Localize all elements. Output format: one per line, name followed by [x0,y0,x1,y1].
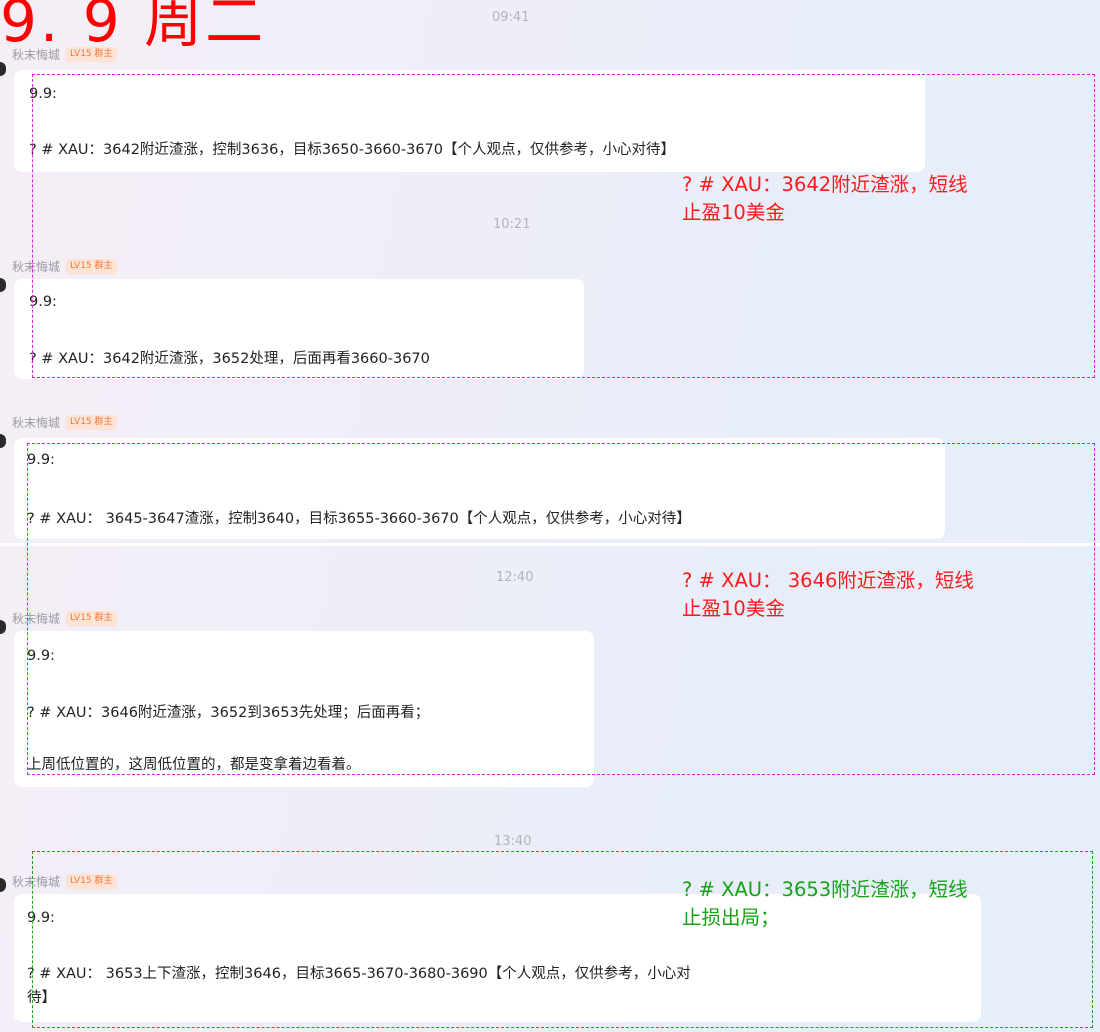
sender-name: 秋末悔城 [12,48,61,62]
annotation-line: 止损出局； [682,906,780,929]
timestamp: 13:40 [494,834,532,849]
avatar[interactable] [0,878,6,892]
annotation-note: ? # XAU：3642附近渣涨，短线 止盈10美金 [682,171,968,227]
message-sender[interactable]: 秋末悔城 LV15 群主 [12,414,117,431]
annotation-line: ? # XAU： 3646附近渣涨，短线 [682,569,974,592]
avatar[interactable] [0,620,6,634]
timestamp: 09:41 [492,10,530,25]
avatar[interactable] [0,62,6,76]
avatar[interactable] [0,278,6,292]
avatar[interactable] [0,434,6,448]
member-badge: LV15 群主 [66,47,117,62]
annotation-note: ? # XAU：3653附近渣涨，短线 止损出局； [682,876,968,932]
member-badge: LV15 群主 [66,415,117,430]
annotation-line: 止盈10美金 [682,597,785,620]
annotation-line: ? # XAU：3653附近渣涨，短线 [682,878,968,901]
annotation-line: ? # XAU：3642附近渣涨，短线 [682,173,968,196]
annotation-note: ? # XAU： 3646附近渣涨，短线 止盈10美金 [682,567,974,623]
sender-name: 秋末悔城 [12,416,61,430]
annotation-line: 止盈10美金 [682,201,785,224]
message-sender[interactable]: 秋末悔城 LV15 群主 [12,46,117,63]
